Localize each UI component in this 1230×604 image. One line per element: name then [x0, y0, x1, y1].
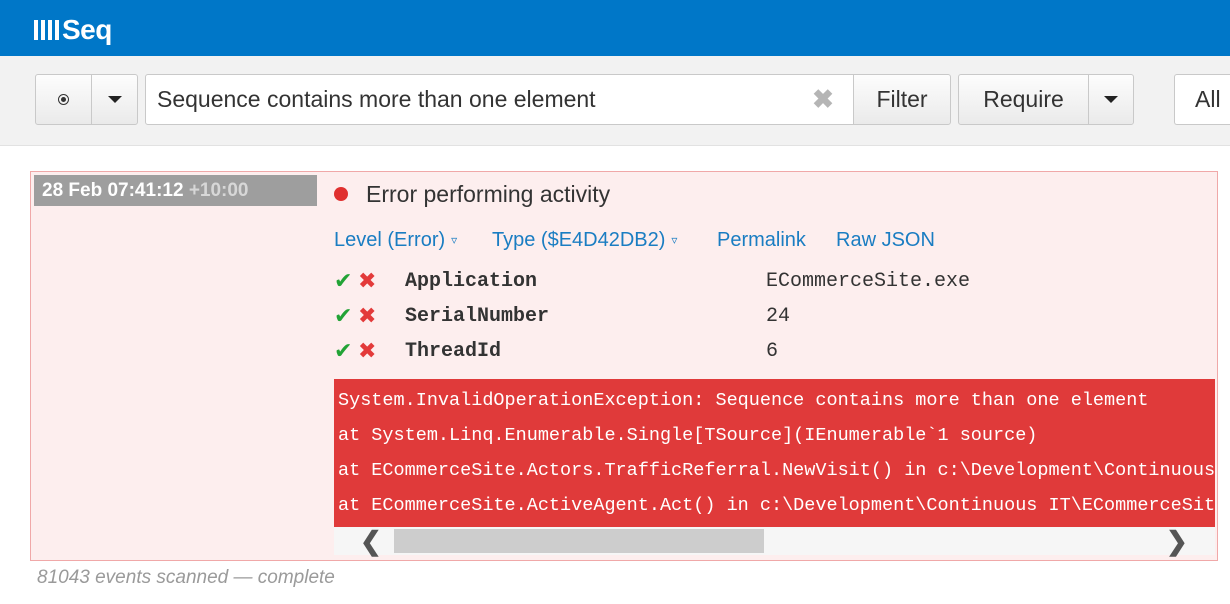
scrollbar-thumb[interactable] — [394, 529, 764, 553]
exception-line: at ECommerceSite.Actors.TrafficReferral.… — [338, 460, 1215, 481]
logo-text: Seq — [62, 14, 112, 45]
timezone-text: +10:00 — [188, 180, 249, 201]
top-bar: Seq — [0, 0, 1230, 56]
property-value: ECommerceSite.exe — [766, 270, 971, 293]
property-value: 6 — [766, 340, 779, 363]
property-row: ✔ ✖ ThreadId 6 — [334, 338, 1194, 368]
exception-block[interactable]: System.InvalidOperationException: Sequen… — [334, 379, 1215, 527]
exception-line: System.InvalidOperationException: Sequen… — [338, 390, 1149, 411]
include-check-icon[interactable]: ✔ — [334, 340, 352, 364]
require-dropdown-button[interactable] — [1088, 74, 1134, 125]
include-check-icon[interactable]: ✔ — [334, 305, 352, 329]
search-input[interactable] — [145, 74, 854, 125]
include-check-icon[interactable]: ✔ — [334, 270, 352, 294]
event-item[interactable]: 28 Feb 07:41:12 +10:00 Error performing … — [30, 171, 1218, 561]
level-link-label: Level (Error) — [334, 229, 446, 251]
property-name: SerialNumber — [405, 305, 550, 328]
horizontal-scrollbar[interactable]: ❮ ❯ — [334, 527, 1215, 555]
dropdown-triangle-icon: ▿ — [671, 233, 678, 247]
chevron-down-icon — [1104, 96, 1118, 103]
radio-icon — [58, 94, 69, 105]
filter-button[interactable]: Filter — [853, 74, 951, 125]
clear-search-icon[interactable]: ✖ — [810, 84, 836, 114]
logo-bars-icon — [34, 20, 59, 40]
scan-status: 81043 events scanned — complete — [37, 567, 335, 588]
error-level-icon — [334, 187, 348, 201]
dropdown-triangle-icon: ▿ — [451, 233, 458, 247]
chevron-right-icon[interactable]: ❯ — [1166, 528, 1190, 554]
exception-line: at ECommerceSite.ActiveAgent.Act() in c:… — [338, 495, 1215, 516]
seq-logo[interactable]: Seq — [34, 15, 112, 45]
level-link[interactable]: Level (Error) ▿ — [334, 226, 457, 256]
permalink-link[interactable]: Permalink — [717, 226, 806, 254]
signal-dropdown-button[interactable] — [91, 74, 138, 125]
exclude-cross-icon[interactable]: ✖ — [358, 340, 376, 364]
raw-json-link[interactable]: Raw JSON — [836, 226, 935, 254]
property-row: ✔ ✖ SerialNumber 24 — [334, 303, 1194, 333]
query-toolbar: ✖ Filter Require All — [0, 56, 1230, 146]
type-link-label: Type ($E4D42DB2) — [492, 229, 666, 251]
signal-toggle-button[interactable] — [35, 74, 92, 125]
property-name: ThreadId — [405, 340, 502, 363]
property-name: Application — [405, 270, 538, 293]
exclude-cross-icon[interactable]: ✖ — [358, 270, 376, 294]
event-message[interactable]: Error performing activity — [366, 179, 610, 209]
event-timestamp[interactable]: 28 Feb 07:41:12 +10:00 — [34, 175, 317, 206]
require-button[interactable]: Require — [958, 74, 1089, 125]
property-row: ✔ ✖ Application ECommerceSite.exe — [334, 268, 1194, 298]
timestamp-text: 28 Feb 07:41:12 — [42, 180, 184, 201]
chevron-left-icon[interactable]: ❮ — [360, 528, 384, 554]
property-value: 24 — [766, 305, 791, 328]
chevron-down-icon — [107, 96, 122, 103]
all-button[interactable]: All — [1174, 74, 1230, 125]
type-link[interactable]: Type ($E4D42DB2) ▿ — [492, 226, 677, 256]
exception-line: at System.Linq.Enumerable.Single[TSource… — [338, 425, 1038, 446]
exclude-cross-icon[interactable]: ✖ — [358, 305, 376, 329]
